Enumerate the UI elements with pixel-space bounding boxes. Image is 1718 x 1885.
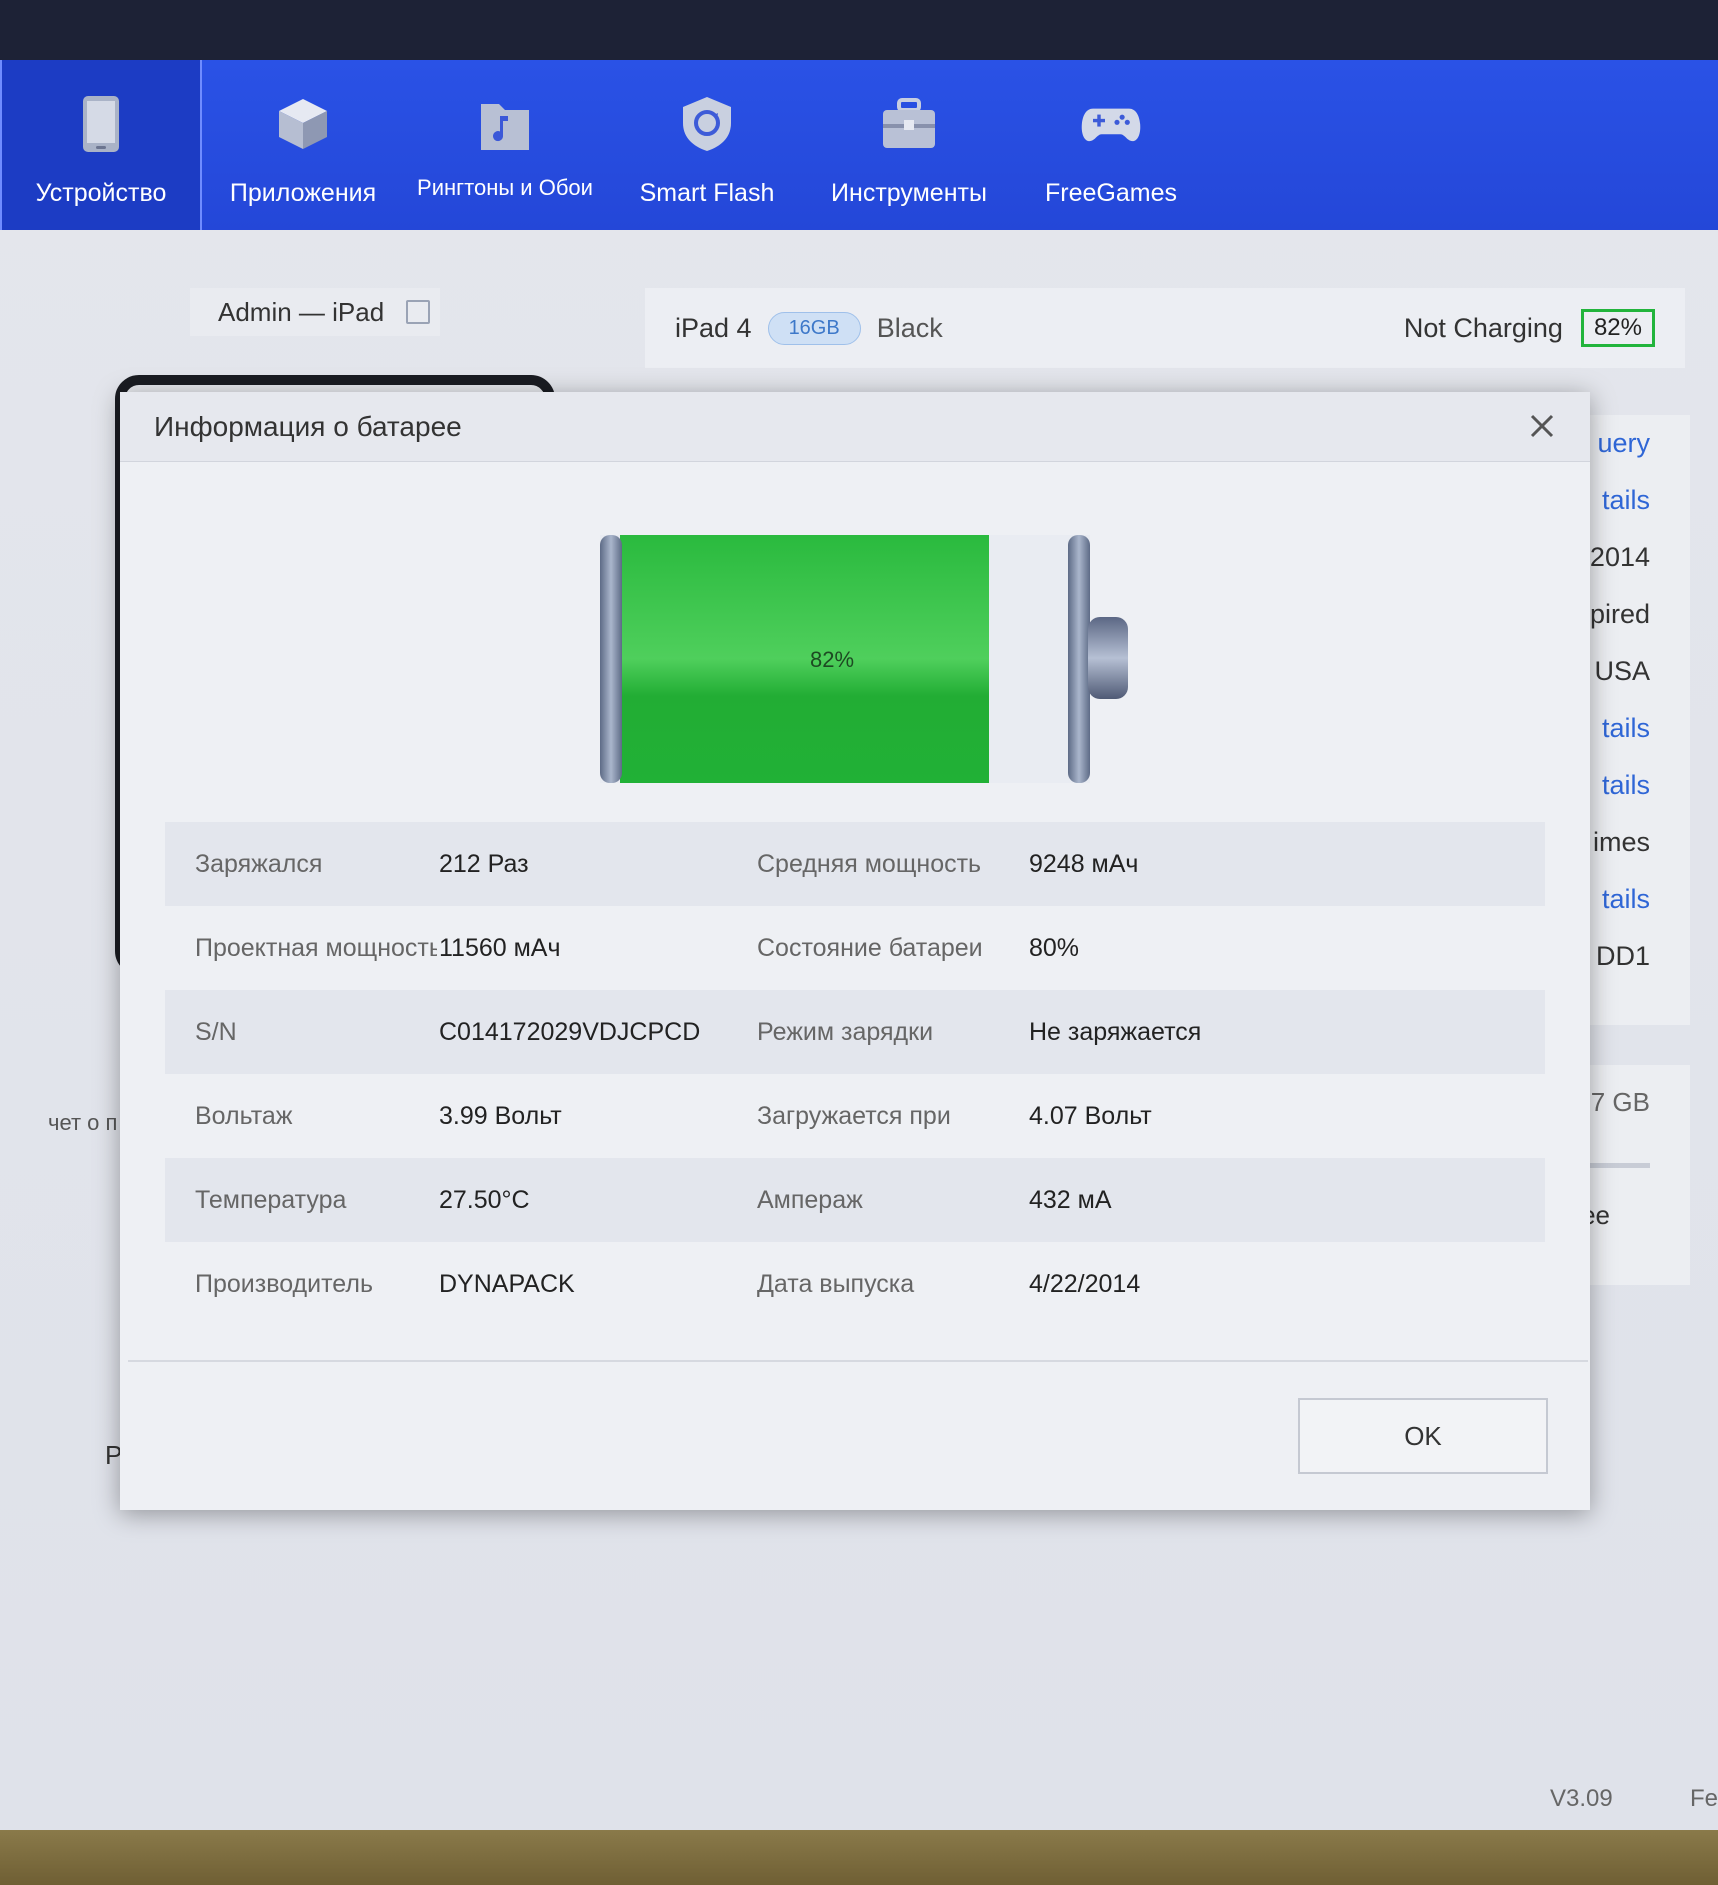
value-design-capacity: 11560 мАч xyxy=(439,933,561,962)
value-amperage: 432 мА xyxy=(1029,1185,1112,1214)
label-avg-capacity: Средняя мощность xyxy=(757,849,982,878)
value-temperature: 27.50°C xyxy=(439,1185,530,1214)
battery-cap-right xyxy=(1068,535,1090,783)
storage-size: 7 GB xyxy=(1590,1087,1650,1117)
flash-shield-icon xyxy=(677,94,737,154)
battery-graphic-area: 82% xyxy=(120,462,1590,783)
music-folder-icon xyxy=(475,94,535,154)
battery-percent-label: 82% xyxy=(810,647,854,672)
value-manufacturer: DYNAPACK xyxy=(439,1269,575,1298)
device-name-text: Admin — iPad xyxy=(218,296,385,327)
label-amperage: Ампераж xyxy=(757,1185,863,1214)
nav-item-tools[interactable]: Инструменты xyxy=(808,60,1010,230)
value-serial: C014172029VDJCPCD xyxy=(439,1017,701,1046)
label-manufacture-date: Дата выпуска xyxy=(757,1269,915,1298)
version-label: V3.09 xyxy=(1550,1785,1613,1812)
dialog-footer: OK xyxy=(128,1360,1588,1510)
label-temperature: Температура xyxy=(195,1185,347,1214)
dialog-title: Информация о батарее xyxy=(154,410,462,442)
cube-icon xyxy=(273,94,333,154)
footer-link[interactable]: Fe xyxy=(1690,1785,1718,1813)
value-voltage: 3.99 Вольт xyxy=(439,1101,562,1130)
nav-item-smart-flash[interactable]: Smart Flash xyxy=(606,60,808,230)
nav-item-apps[interactable]: Приложения xyxy=(202,60,404,230)
device-color: Black xyxy=(876,312,943,343)
nav-item-device[interactable]: Устройство xyxy=(0,60,202,230)
edit-icon[interactable] xyxy=(406,300,431,324)
device-info-bar: iPad 4 16GB Black Not Charging 82% xyxy=(645,288,1685,368)
table-row: S/N C014172029VDJCPCD Режим зарядки Не з… xyxy=(165,990,1545,1074)
label-voltage: Вольтаж xyxy=(195,1101,293,1130)
value-charge-mode: Не заряжается xyxy=(1029,1017,1202,1046)
background-text: чет о п xyxy=(48,1110,118,1135)
label-charge-mode: Режим зарядки xyxy=(757,1017,934,1046)
app-window: Устройство Приложения Рингтоны и Обои Sm… xyxy=(0,0,1718,1830)
charge-status: Not Charging xyxy=(1403,312,1563,343)
label-charge-voltage: Загружается при xyxy=(757,1101,951,1130)
label-serial: S/N xyxy=(195,1017,237,1046)
label-charge-cycles: Заряжался xyxy=(195,849,323,878)
phone-icon xyxy=(71,94,131,154)
battery-info-dialog: Информация о батарее 82% Заряжался 212 Р… xyxy=(120,392,1590,1510)
value-manufacture-date: 4/22/2014 xyxy=(1029,1269,1141,1298)
battery-cap-left xyxy=(600,535,622,783)
value-battery-health: 80% xyxy=(1029,933,1080,962)
toolbox-icon xyxy=(879,94,939,154)
value-avg-capacity: 9248 мАч xyxy=(1029,849,1139,878)
battery-terminal xyxy=(1088,617,1128,699)
value-charge-cycles: 212 Раз xyxy=(439,849,529,878)
table-row: Заряжался 212 Раз Средняя мощность 9248 … xyxy=(165,822,1545,906)
table-row: Производитель DYNAPACK Дата выпуска 4/22… xyxy=(165,1242,1545,1326)
nav-item-ringtones[interactable]: Рингтоны и Обои xyxy=(404,60,606,230)
battery-fill xyxy=(620,535,989,783)
battery-graphic: 82% xyxy=(600,535,1128,783)
value-charge-voltage: 4.07 Вольт xyxy=(1029,1101,1152,1130)
device-model: iPad 4 xyxy=(675,312,752,343)
table-row: Температура 27.50°C Ампераж 432 мА xyxy=(165,1158,1545,1242)
table-row: Проектная мощность 11560 мАч Состояние б… xyxy=(165,906,1545,990)
device-name-field[interactable]: Admin — iPad xyxy=(190,288,440,336)
battery-info-table: Заряжался 212 Раз Средняя мощность 9248 … xyxy=(165,822,1545,1326)
top-nav: Устройство Приложения Рингтоны и Обои Sm… xyxy=(0,60,1718,230)
table-row: Вольтаж 3.99 Вольт Загружается при 4.07 … xyxy=(165,1074,1545,1158)
nav-item-freegames[interactable]: FreeGames xyxy=(1010,60,1212,230)
ok-button[interactable]: OK xyxy=(1298,1398,1548,1474)
battery-percent-badge[interactable]: 82% xyxy=(1580,309,1655,347)
capacity-badge: 16GB xyxy=(767,311,861,345)
gamepad-icon xyxy=(1081,94,1141,154)
label-manufacturer: Производитель xyxy=(195,1269,373,1298)
dialog-header: Информация о батарее xyxy=(120,392,1590,462)
close-icon[interactable] xyxy=(1522,406,1562,446)
label-design-capacity: Проектная мощность xyxy=(195,933,437,962)
desk-surface xyxy=(0,1830,1718,1885)
label-battery-health: Состояние батареи xyxy=(757,933,983,962)
